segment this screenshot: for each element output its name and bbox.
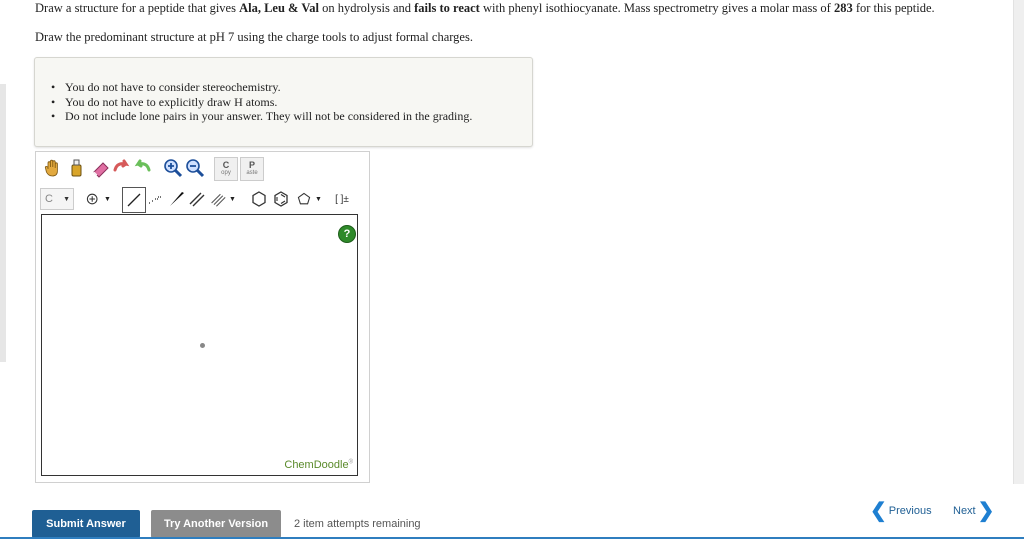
triple-bond-tool[interactable]: ▼ [206,188,240,210]
chevron-down-icon: ▼ [63,195,70,203]
chevron-right-icon: ❯ [977,500,995,522]
question-subtext: Draw the predominant structure at pH 7 u… [35,30,473,44]
previous-link[interactable]: ❮ Previous [870,500,932,522]
pan-hand-icon[interactable] [42,157,64,179]
chevron-down-icon: ▼ [315,195,322,203]
drawing-canvas[interactable]: ? ChemDoodle® [41,214,358,476]
chemdoodle-brand-text: ChemDoodle [284,459,349,471]
question-bold-amino-acids: Ala, Leu & Val [239,1,319,15]
chemdoodle-sketcher: C opy P aste C ▼ ▼ ▼ ▼ []± ? ChemDoodle… [35,151,370,483]
zoom-in-icon[interactable] [162,157,184,179]
paste-button[interactable]: P aste [240,157,264,181]
instruction-item: Do not include lone pairs in your answer… [51,109,472,124]
paste-label-bottom: aste [246,170,258,176]
chemdoodle-brand: ChemDoodle® [284,459,353,471]
double-bond-tool[interactable] [186,188,208,210]
chevron-left-icon: ❮ [870,500,887,522]
instructions-list: You do not have to consider stereochemis… [51,80,472,124]
undo-icon[interactable] [110,157,132,179]
registered-mark: ® [348,459,353,466]
eraser-icon[interactable] [90,157,112,179]
wedge-bond-tool[interactable] [166,188,188,210]
question-text: Draw a structure for a peptide that give… [35,1,935,16]
toolbar-row-1: C opy P aste [36,154,369,182]
cyclohexane-tool[interactable] [248,188,270,210]
paste-label-top: P [248,160,255,170]
cyclopentane-tool[interactable]: ▼ [292,188,326,210]
help-icon[interactable]: ? [338,225,356,243]
instructions-box: You do not have to consider stereochemis… [34,57,533,147]
zoom-out-icon[interactable] [184,157,206,179]
copy-label-bottom: opy [221,170,231,176]
submit-answer-button[interactable]: Submit Answer [32,510,140,538]
lasso-bottle-icon[interactable] [66,157,88,179]
chevron-down-icon: ▼ [229,195,236,203]
instruction-item: You do not have to consider stereochemis… [51,80,472,95]
redo-icon[interactable] [132,157,154,179]
question-text-part: for this peptide. [852,1,935,15]
element-label: C [45,193,53,205]
toolbar-row-2: C ▼ ▼ ▼ ▼ []± [36,186,369,214]
instruction-item: You do not have to explicitly draw H ato… [51,95,472,110]
question-bold-fails: fails to react [414,1,480,15]
left-scroll-strip [0,84,6,362]
bracket-charge-tool[interactable]: [ ]± [330,188,354,210]
copy-button[interactable]: C opy [214,157,238,181]
hashed-bond-tool[interactable] [144,188,166,210]
previous-label: Previous [888,505,932,517]
question-text-part: with phenyl isothiocyanate. Mass spectro… [479,1,834,15]
bracket-label: [ ]± [335,193,349,205]
canvas-center-dot [200,343,205,348]
element-selector[interactable]: C ▼ [40,188,74,210]
single-bond-tool[interactable] [122,187,146,213]
benzene-tool[interactable] [270,188,292,210]
chevron-down-icon: ▼ [104,195,111,203]
next-link[interactable]: Next ❯ [953,500,995,522]
attempts-remaining: 2 item attempts remaining [294,518,421,530]
question-text-part: Draw a structure for a peptide that give… [35,1,240,15]
copy-label-top: C [222,160,230,170]
try-another-version-button[interactable]: Try Another Version [151,510,281,538]
charge-tool[interactable]: ▼ [81,188,115,210]
question-text-part: on hydrolysis and [318,1,415,15]
next-label: Next [953,505,976,517]
question-bold-mass: 283 [833,1,853,15]
page-scrollbar[interactable] [1013,0,1024,484]
